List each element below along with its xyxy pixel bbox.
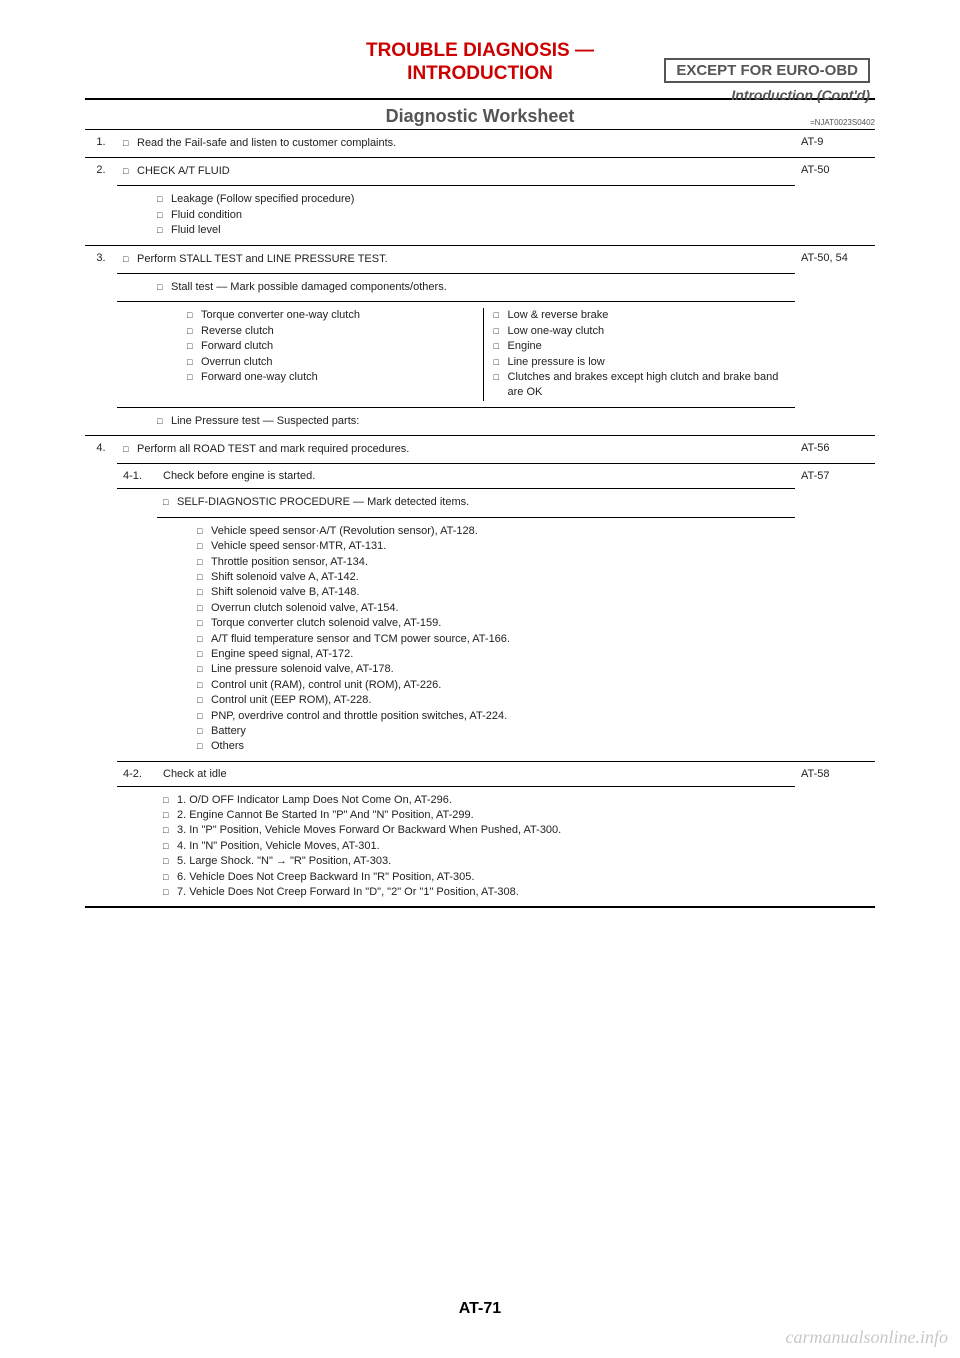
- list-item: Control unit (RAM), control unit (ROM), …: [197, 678, 789, 693]
- list-item: 1. O/D OFF Indicator Lamp Does Not Come …: [163, 793, 789, 808]
- watermark: carmanualsonline.info: [786, 1327, 949, 1348]
- list-item: 4. In "N" Position, Vehicle Moves, AT-30…: [163, 839, 789, 854]
- list-item: 6. Vehicle Does Not Creep Backward In "R…: [163, 870, 789, 885]
- list-item: Clutches and brakes except high clutch a…: [494, 370, 790, 401]
- table-row: Line Pressure test — Suspected parts:: [85, 407, 875, 435]
- list-item: Overrun clutch: [187, 355, 483, 370]
- list-item: Torque converter clutch solenoid valve, …: [197, 616, 789, 631]
- list-item: Overrun clutch solenoid valve, AT-154.: [197, 601, 789, 616]
- section-code: =NJAT0023S0402: [810, 118, 875, 127]
- row-text: Perform all ROAD TEST and mark required …: [117, 436, 795, 464]
- col-right: Low & reverse brake Low one-way clutch E…: [483, 308, 790, 400]
- list-item: Others: [197, 739, 789, 754]
- list-item: Leakage (Follow specified procedure): [157, 192, 789, 207]
- table-row: 1. O/D OFF Indicator Lamp Does Not Come …: [85, 786, 875, 907]
- list-item: Line Pressure test — Suspected parts:: [157, 414, 789, 429]
- list-item: A/T fluid temperature sensor and TCM pow…: [197, 632, 789, 647]
- row-text: Read the Fail-safe and listen to custome…: [117, 129, 795, 157]
- page: TROUBLE DIAGNOSIS — INTRODUCTION EXCEPT …: [0, 0, 960, 1358]
- sub-num: 4-2.: [117, 761, 157, 786]
- row-num: 2.: [85, 157, 117, 185]
- worksheet-table: 1. Read the Fail-safe and listen to cust…: [85, 129, 875, 909]
- table-row: Leakage (Follow specified procedure) Flu…: [85, 186, 875, 245]
- row-ref: AT-56: [795, 436, 875, 464]
- variant-box: EXCEPT FOR EURO-OBD: [664, 58, 870, 83]
- table-row: Stall test — Mark possible damaged compo…: [85, 273, 875, 301]
- table-row: 4-2. Check at idle AT-58: [85, 761, 875, 786]
- list-item: Reverse clutch: [187, 324, 483, 339]
- table-row: SELF-DIAGNOSTIC PROCEDURE — Mark detecte…: [85, 489, 875, 517]
- table-row: Torque converter one-way clutch Reverse …: [85, 302, 875, 407]
- table-row: 1. Read the Fail-safe and listen to cust…: [85, 129, 875, 157]
- row-num: 3.: [85, 245, 117, 273]
- table-row: 3. Perform STALL TEST and LINE PRESSURE …: [85, 245, 875, 273]
- list-item: Vehicle speed sensor·A/T (Revolution sen…: [197, 524, 789, 539]
- section-title: Diagnostic Worksheet =NJAT0023S0402: [85, 100, 875, 129]
- page-number: AT-71: [0, 1300, 960, 1318]
- sub-cell: SELF-DIAGNOSTIC PROCEDURE — Mark detecte…: [157, 489, 795, 517]
- list-item: Fluid condition: [157, 208, 789, 223]
- list-item: Control unit (EEP ROM), AT-228.: [197, 693, 789, 708]
- row-ref: AT-50: [795, 157, 875, 185]
- table-row: Vehicle speed sensor·A/T (Revolution sen…: [85, 517, 875, 761]
- sub-cell: Torque converter one-way clutch Reverse …: [117, 302, 795, 407]
- col-left: Torque converter one-way clutch Reverse …: [187, 308, 483, 400]
- sub-head: Check at idle: [157, 761, 795, 786]
- row-ref: AT-9: [795, 129, 875, 157]
- list-item: Shift solenoid valve B, AT-148.: [197, 585, 789, 600]
- row-ref: AT-57: [795, 464, 875, 489]
- list-item: PNP, overdrive control and throttle posi…: [197, 709, 789, 724]
- section-title-text: Diagnostic Worksheet: [386, 106, 575, 126]
- list-item: Stall test — Mark possible damaged compo…: [157, 280, 789, 295]
- list-item: Forward one-way clutch: [187, 370, 483, 385]
- list-item: 3. In "P" Position, Vehicle Moves Forwar…: [163, 823, 789, 838]
- list-item: Low & reverse brake: [494, 308, 790, 323]
- sub-cell: Leakage (Follow specified procedure) Flu…: [117, 186, 795, 245]
- list-item: Line pressure is low: [494, 355, 790, 370]
- row-text: Perform STALL TEST and LINE PRESSURE TES…: [117, 245, 795, 273]
- sub-cell: 1. O/D OFF Indicator Lamp Does Not Come …: [157, 786, 795, 907]
- list-item: Fluid level: [157, 223, 789, 238]
- list-item: Engine speed signal, AT-172.: [197, 647, 789, 662]
- list-item: Engine: [494, 339, 790, 354]
- table-row: 2. CHECK A/T FLUID AT-50: [85, 157, 875, 185]
- row-num: 4.: [85, 436, 117, 464]
- table-row: 4-1. Check before engine is started. AT-…: [85, 464, 875, 489]
- list-item: SELF-DIAGNOSTIC PROCEDURE — Mark detecte…: [163, 495, 789, 510]
- sub-cell: Stall test — Mark possible damaged compo…: [117, 273, 795, 301]
- list-item: Forward clutch: [187, 339, 483, 354]
- sub-cell: Line Pressure test — Suspected parts:: [117, 407, 795, 435]
- row-num: 1.: [85, 129, 117, 157]
- list-item: Shift solenoid valve A, AT-142.: [197, 570, 789, 585]
- sub-cell: Vehicle speed sensor·A/T (Revolution sen…: [157, 517, 795, 761]
- header-right: EXCEPT FOR EURO-OBD Introduction (Cont'd…: [664, 58, 870, 103]
- table-row: 4. Perform all ROAD TEST and mark requir…: [85, 436, 875, 464]
- sub-num: 4-1.: [117, 464, 157, 489]
- sub-head: Check before engine is started.: [157, 464, 795, 489]
- row-ref: AT-58: [795, 761, 875, 786]
- row-ref: AT-50, 54: [795, 245, 875, 273]
- list-item: Throttle position sensor, AT-134.: [197, 555, 789, 570]
- list-item: Line pressure solenoid valve, AT-178.: [197, 662, 789, 677]
- list-item: Torque converter one-way clutch: [187, 308, 483, 323]
- list-item: 5. Large Shock. "N" → "R" Position, AT-3…: [163, 854, 789, 869]
- list-item: 7. Vehicle Does Not Creep Forward In "D"…: [163, 885, 789, 900]
- list-item: Battery: [197, 724, 789, 739]
- list-item: 2. Engine Cannot Be Started In "P" And "…: [163, 808, 789, 823]
- list-item: Low one-way clutch: [494, 324, 790, 339]
- list-item: Vehicle speed sensor·MTR, AT-131.: [197, 539, 789, 554]
- row-text: CHECK A/T FLUID: [117, 157, 795, 185]
